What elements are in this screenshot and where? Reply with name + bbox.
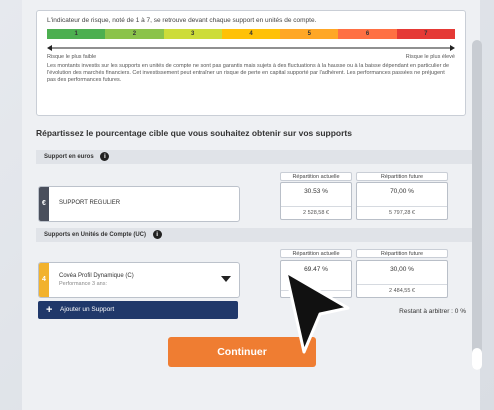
euros-col-current: Répartition actuelle <box>280 172 352 181</box>
risk-low-label: Risque le plus faible <box>47 54 97 60</box>
uc-future-pct: 30,00 % <box>390 266 414 273</box>
chevron-down-icon[interactable] <box>221 276 231 282</box>
risk-indicator-panel: L'indicateur de risque, noté de 1 à 7, s… <box>36 10 466 116</box>
scrollbar[interactable] <box>472 40 482 370</box>
risk-level-3: 3 <box>163 29 222 39</box>
uc-group-title: Supports en Unités de Compte (UC) <box>44 232 147 238</box>
scrollbar-thumb[interactable] <box>472 348 482 370</box>
uc-group-header: Supports en Unités de Compte (UC) i <box>36 228 476 242</box>
euros-current-box: 30.53 % 2 528,58 € <box>280 182 352 220</box>
euros-future-amount: 5 797,28 € <box>357 206 447 216</box>
uc-col-current: Répartition actuelle <box>280 249 352 258</box>
risk-level-5: 5 <box>280 29 339 39</box>
section-title: Répartissez le pourcentage cible que vou… <box>36 128 352 138</box>
uc-future-input[interactable]: 30,00 % 2 484,55 € <box>356 260 448 298</box>
page: L'indicateur de risque, noté de 1 à 7, s… <box>22 0 480 410</box>
risk-level-1: 1 <box>47 29 106 39</box>
add-support-button[interactable]: + Ajouter un Support <box>38 301 238 319</box>
uc-future-amount: 2 484,55 € <box>357 284 447 294</box>
risk-level-4: 4 <box>221 29 281 39</box>
euro-tag: € <box>39 187 49 221</box>
info-icon[interactable]: i <box>100 151 110 161</box>
risk-tag: 4 <box>39 263 49 297</box>
risk-scale: 1 2 3 4 5 6 7 <box>47 29 455 39</box>
support-card-regulier[interactable]: € SUPPORT REGULIER <box>38 186 240 222</box>
risk-arrow-icon <box>47 45 455 51</box>
add-support-label: Ajouter un Support <box>60 306 115 313</box>
euros-group-header: Support en euros i <box>36 150 476 164</box>
euros-group-title: Support en euros <box>44 154 94 160</box>
mouse-cursor-icon <box>284 270 350 354</box>
risk-level-6: 6 <box>338 29 397 39</box>
support-label: Covéa Profil Dynamique (C) <box>59 273 134 279</box>
euros-current-amount: 2 528,58 € <box>281 206 351 216</box>
euros-future-input[interactable]: 70,00 % 5 797,28 € <box>356 182 448 220</box>
uc-col-future: Répartition future <box>356 249 448 258</box>
support-select-covea[interactable]: 4 Covéa Profil Dynamique (C) Performance… <box>38 262 240 298</box>
support-label: SUPPORT REGULIER <box>59 200 121 206</box>
euros-col-future: Répartition future <box>356 172 448 181</box>
risk-intro-text: L'indicateur de risque, noté de 1 à 7, s… <box>47 17 317 24</box>
info-icon[interactable]: i <box>152 229 162 239</box>
euros-current-pct: 30.53 % <box>304 188 328 195</box>
risk-high-label: Risque le plus élevé <box>405 54 455 60</box>
euros-future-pct: 70,00 % <box>390 188 414 195</box>
risk-level-2: 2 <box>105 29 164 39</box>
remaining-to-allocate: Restant à arbitrer : 0 % <box>399 308 466 315</box>
plus-icon: + <box>46 304 53 316</box>
risk-disclaimer: Les montants investis sur les supports e… <box>47 63 450 83</box>
risk-level-7: 7 <box>396 29 455 39</box>
support-sublabel: Performance 3 ans: <box>59 281 107 287</box>
